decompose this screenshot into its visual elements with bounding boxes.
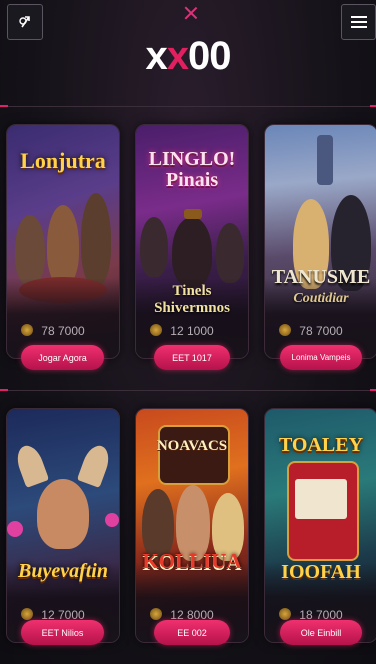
game-title: LINGLO! Pinais [148,148,236,191]
heart-figure [105,513,119,527]
game-title: NOAVACS [156,438,228,454]
game-subtitle: KOLLIUA [142,549,242,573]
game-card[interactable]: Lonjutra 78 7000 [6,124,120,359]
brand-logo[interactable]: xx00 [0,34,376,79]
slot-reels-figure [295,479,347,519]
play-button[interactable]: EE 002 [154,620,230,645]
character-figure [15,215,45,285]
game-title: TANUSME [271,266,371,288]
castle-figure [317,135,333,185]
character-figure [81,193,111,285]
game-subtitle: Tinels Shivermnos [154,283,230,316]
close-icon[interactable] [184,6,198,20]
game-jackpot: 12 1000 [170,324,214,338]
character-figure [140,217,168,277]
game-jackpot: 78 7000 [41,324,85,338]
divider [0,390,376,391]
game-card[interactable]: TANUSME Coutidiar 78 7000 [264,124,376,359]
top-bar: xx00 [0,0,376,120]
hat-figure [184,209,202,219]
game-card[interactable]: TOALEY IOOFAH 18 7000 [264,408,376,643]
play-button[interactable]: Jogar Agora [21,345,104,370]
play-button[interactable]: EET Nilios [21,620,104,645]
game-title: Buyevaftin [18,560,108,582]
emblem-figure [158,425,230,485]
play-button[interactable]: EET 1017 [154,345,230,370]
play-button[interactable]: Lonima Vampeis [280,345,362,370]
game-jackpot: 78 7000 [299,324,343,338]
heart-figure [7,521,23,537]
game-card[interactable]: NOAVACS KOLLIUA 12 8000 [135,408,249,643]
logo-letter: x [145,34,168,78]
exit-icon [19,16,30,28]
divider-accent [0,105,8,107]
divider [0,106,376,107]
logo-letter-accent: x [166,34,189,78]
divider-accent [370,389,376,391]
divider-accent [0,389,8,391]
game-subtitle: Coutidiar [293,291,349,306]
game-title: Lonjutra [20,148,106,173]
game-subtitle: IOOFAH [281,561,361,583]
character-figure [37,479,89,549]
logo-digits: 00 [188,34,231,78]
character-figure [216,223,244,283]
game-card[interactable]: LINGLO! Pinais Tinels Shivermnos 12 1000 [135,124,249,359]
game-title: TOALEY [278,434,364,456]
hamburger-menu-icon [350,13,367,31]
character-figure [47,205,79,285]
divider-accent [370,105,376,107]
game-card[interactable]: Buyevaftin 12 7000 [6,408,120,643]
play-button[interactable]: Ole Einbill [280,620,362,645]
character-figure [172,217,212,287]
